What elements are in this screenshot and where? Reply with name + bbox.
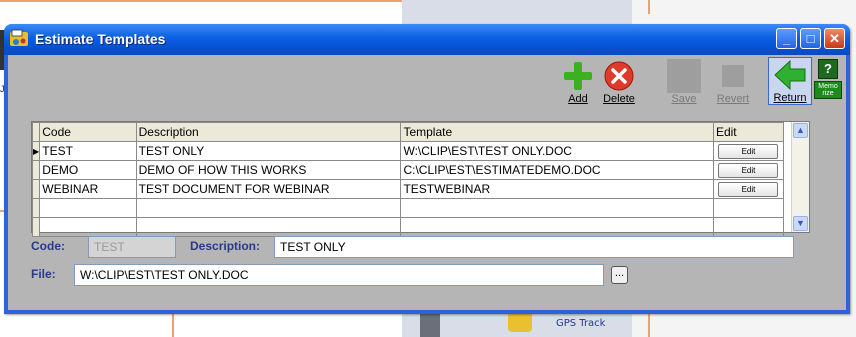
table-row[interactable]: DEMO DEMO OF HOW THIS WORKS C:\CLIP\EST\… bbox=[31, 160, 785, 180]
maximize-icon: □ bbox=[806, 31, 815, 46]
vertical-scrollbar[interactable]: ▲ ▼ bbox=[791, 122, 809, 232]
scroll-down-icon[interactable]: ▼ bbox=[793, 216, 808, 231]
edit-button[interactable]: Edit bbox=[718, 163, 779, 178]
cell-edit: Edit bbox=[712, 141, 785, 161]
grid-header-row: Code Description Template Edit bbox=[31, 122, 785, 142]
gps-track-link[interactable]: GPS Track bbox=[556, 318, 605, 329]
cell-edit: Edit bbox=[712, 179, 785, 199]
cell-template[interactable]: W:\CLIP\EST\TEST ONLY.DOC bbox=[400, 141, 714, 161]
cell-code[interactable] bbox=[39, 198, 137, 218]
close-button[interactable]: ✕ bbox=[824, 28, 845, 49]
cell-edit: Edit bbox=[712, 160, 785, 180]
cell-description[interactable]: DEMO OF HOW THIS WORKS bbox=[135, 160, 402, 180]
row-indicator bbox=[31, 217, 41, 237]
dialog-body: Add Delete Save Revert Return ? Memo riz… bbox=[8, 55, 846, 310]
column-header-description[interactable]: Description bbox=[135, 122, 402, 142]
cell-template[interactable]: TESTWEBINAR bbox=[400, 179, 714, 199]
file-field[interactable]: W:\CLIP\EST\TEST ONLY.DOC bbox=[74, 264, 604, 286]
memorize-button[interactable]: ? Memo rize bbox=[814, 59, 842, 99]
close-icon: ✕ bbox=[829, 31, 840, 46]
app-icon bbox=[10, 29, 28, 46]
delete-label: Delete bbox=[603, 93, 635, 105]
edit-button[interactable]: Edit bbox=[718, 144, 779, 159]
add-button[interactable]: Add bbox=[558, 59, 598, 105]
background-divider bbox=[648, 0, 650, 14]
cell-description[interactable] bbox=[135, 198, 402, 218]
cell-edit[interactable] bbox=[712, 198, 785, 218]
return-button[interactable]: Return bbox=[768, 57, 812, 105]
gps-truck-icon[interactable] bbox=[508, 312, 532, 332]
column-header-template[interactable]: Template bbox=[400, 122, 714, 142]
row-selected-indicator-icon: ▶ bbox=[31, 141, 41, 161]
row-indicator bbox=[31, 179, 41, 199]
add-icon bbox=[561, 59, 595, 93]
cell-template[interactable] bbox=[400, 217, 714, 237]
templates-grid[interactable]: Code Description Template Edit ▶ TEST TE… bbox=[31, 121, 810, 237]
memorize-label: Memo rize bbox=[814, 81, 842, 99]
save-label: Save bbox=[671, 93, 697, 105]
cell-code[interactable]: DEMO bbox=[39, 160, 137, 180]
maximize-button[interactable]: □ bbox=[800, 28, 821, 49]
return-arrow-icon bbox=[773, 58, 807, 92]
cell-template[interactable]: C:\CLIP\EST\ESTIMATEDEMO.DOC bbox=[400, 160, 714, 180]
code-field: TEST bbox=[88, 236, 176, 258]
estimate-templates-window: Estimate Templates _ □ ✕ Add Delete Save… bbox=[4, 24, 850, 314]
table-row-empty[interactable] bbox=[31, 217, 785, 237]
revert-label: Revert bbox=[716, 93, 750, 105]
browse-file-button[interactable]: ... bbox=[611, 266, 628, 284]
code-label: Code: bbox=[31, 239, 65, 253]
cell-code[interactable]: TEST bbox=[39, 141, 137, 161]
add-label: Add bbox=[568, 93, 588, 105]
window-title: Estimate Templates bbox=[35, 31, 166, 47]
title-bar[interactable]: Estimate Templates _ □ ✕ bbox=[4, 24, 850, 55]
description-label: Description: bbox=[190, 239, 261, 253]
revert-button[interactable]: Revert bbox=[712, 59, 754, 105]
cell-code[interactable] bbox=[39, 217, 137, 237]
table-row[interactable]: WEBINAR TEST DOCUMENT FOR WEBINAR TESTWE… bbox=[31, 179, 785, 199]
cell-edit[interactable] bbox=[712, 217, 785, 237]
table-row-empty[interactable] bbox=[31, 198, 785, 218]
column-header-edit[interactable]: Edit bbox=[712, 122, 785, 142]
cell-template[interactable] bbox=[400, 198, 714, 218]
background-divider bbox=[648, 310, 650, 337]
column-header-code[interactable]: Code bbox=[39, 122, 137, 142]
edit-button[interactable]: Edit bbox=[718, 182, 779, 197]
row-indicator bbox=[31, 160, 41, 180]
minimize-button[interactable]: _ bbox=[776, 28, 797, 49]
cell-description[interactable]: TEST ONLY bbox=[135, 141, 402, 161]
cell-description[interactable]: TEST DOCUMENT FOR WEBINAR bbox=[135, 179, 402, 199]
table-row[interactable]: ▶ TEST TEST ONLY W:\CLIP\EST\TEST ONLY.D… bbox=[31, 141, 785, 161]
row-indicator bbox=[31, 198, 41, 218]
save-icon bbox=[667, 59, 701, 93]
background-divider bbox=[0, 0, 410, 2]
help-icon: ? bbox=[818, 59, 838, 79]
row-indicator-header bbox=[31, 122, 41, 142]
delete-button[interactable]: Delete bbox=[598, 59, 640, 105]
file-label: File: bbox=[31, 267, 56, 281]
cell-description[interactable] bbox=[135, 217, 402, 237]
save-button[interactable]: Save bbox=[664, 59, 704, 105]
revert-icon bbox=[716, 59, 750, 93]
minimize-icon: _ bbox=[782, 31, 791, 46]
delete-icon bbox=[602, 59, 636, 93]
return-label: Return bbox=[773, 92, 807, 104]
description-field[interactable]: TEST ONLY bbox=[274, 236, 794, 258]
cell-code[interactable]: WEBINAR bbox=[39, 179, 137, 199]
scroll-up-icon[interactable]: ▲ bbox=[793, 123, 808, 138]
